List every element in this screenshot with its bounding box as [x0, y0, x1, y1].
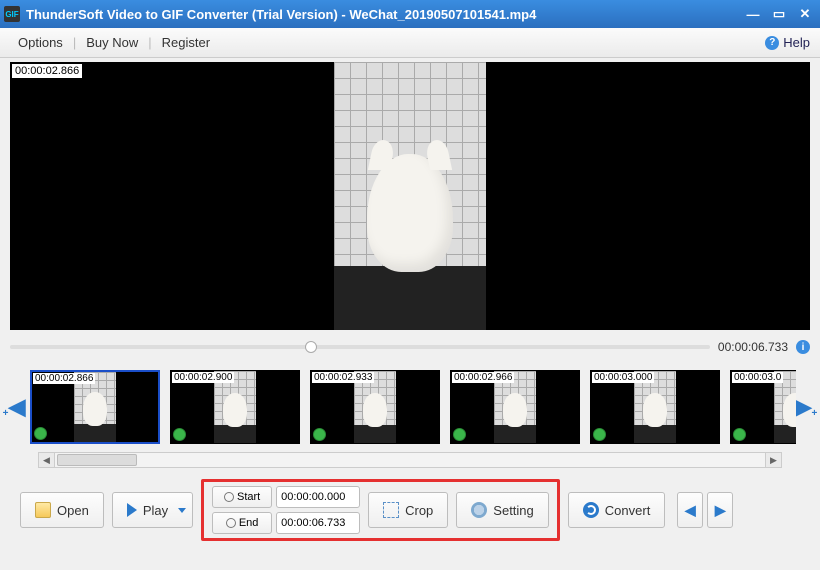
info-icon[interactable]: i — [796, 340, 810, 354]
thumbnail[interactable]: 00:00:02.933 — [310, 370, 440, 444]
folder-icon — [35, 502, 51, 518]
clock-icon — [226, 518, 236, 528]
gear-icon — [471, 502, 487, 518]
help-label: Help — [783, 35, 810, 50]
thumbnail-time: 00:00:03.000 — [592, 372, 654, 383]
scroll-left[interactable]: ◀ — [39, 453, 55, 467]
thumbnail[interactable]: 00:00:02.966 — [450, 370, 580, 444]
start-label: Start — [237, 491, 260, 503]
seek-track[interactable] — [10, 345, 710, 349]
highlighted-controls: Start 00:00:00.000 End 00:00:06.733 Crop… — [201, 479, 560, 541]
preview-timestamp: 00:00:02.866 — [12, 64, 82, 78]
close-button[interactable]: ✕ — [794, 5, 816, 23]
crop-icon — [383, 502, 399, 518]
window-controls: ― ▭ ✕ — [742, 5, 816, 23]
thumbnail-time: 00:00:02.866 — [33, 373, 95, 384]
scroll-right[interactable]: ▶ — [765, 453, 781, 467]
frame-prev-button[interactable]: ◀ — [677, 492, 703, 528]
clock-icon — [173, 428, 186, 441]
start-button[interactable]: Start — [212, 486, 272, 508]
window-title: ThunderSoft Video to GIF Converter (Tria… — [26, 7, 742, 22]
clock-icon — [593, 428, 606, 441]
crop-button[interactable]: Crop — [368, 492, 448, 528]
thumbs-next[interactable]: ▶+ — [796, 370, 816, 444]
minimize-button[interactable]: ― — [742, 5, 764, 23]
setting-button[interactable]: Setting — [456, 492, 548, 528]
clock-icon — [224, 492, 234, 502]
preview-frame — [334, 62, 486, 330]
thumbnail[interactable]: 00:00:03.0 — [730, 370, 796, 444]
thumbnail-scrollbar[interactable]: ◀ ▶ — [38, 452, 782, 468]
open-button[interactable]: Open — [20, 492, 104, 528]
thumbnail[interactable]: 00:00:02.900 — [170, 370, 300, 444]
frame-next-button[interactable]: ▶ — [707, 492, 733, 528]
titlebar: GIF ThunderSoft Video to GIF Converter (… — [0, 0, 820, 28]
crop-label: Crop — [405, 503, 433, 518]
convert-button[interactable]: Convert — [568, 492, 666, 528]
menu-help[interactable]: ? Help — [765, 35, 810, 50]
chevron-down-icon — [178, 508, 186, 513]
time-group: Start 00:00:00.000 End 00:00:06.733 — [212, 486, 360, 534]
video-preview[interactable]: 00:00:02.866 — [10, 62, 810, 330]
clock-icon — [733, 428, 746, 441]
convert-icon — [583, 502, 599, 518]
thumbnail-time: 00:00:02.933 — [312, 372, 374, 383]
toolbar: Open Play Start 00:00:00.000 End 00:00:0… — [10, 482, 810, 538]
play-icon — [127, 503, 137, 517]
seek-handle[interactable] — [305, 341, 317, 353]
scroll-track[interactable] — [55, 453, 765, 467]
thumbnails: 00:00:02.866 00:00:02.900 00:00:02.933 00:0… — [24, 370, 796, 444]
thumbnail-row: +◀ 00:00:02.86600:00:02.90000:00:02.9330… — [4, 366, 816, 448]
thumbnail[interactable]: 00:00:02.866 — [30, 370, 160, 444]
app-icon: GIF — [4, 6, 20, 22]
menu-options[interactable]: Options — [10, 35, 71, 50]
thumbs-prev[interactable]: +◀ — [4, 370, 24, 444]
maximize-button[interactable]: ▭ — [768, 5, 790, 23]
end-button[interactable]: End — [212, 512, 272, 534]
convert-label: Convert — [605, 503, 651, 518]
clock-icon — [313, 428, 326, 441]
thumbnail-time: 00:00:03.0 — [732, 372, 783, 383]
seekbar: 00:00:06.733 i — [10, 334, 810, 360]
scroll-thumb[interactable] — [57, 454, 137, 466]
thumbnail-time: 00:00:02.900 — [172, 372, 234, 383]
setting-label: Setting — [493, 503, 533, 518]
end-input[interactable]: 00:00:06.733 — [276, 512, 360, 534]
thumbnail-time: 00:00:02.966 — [452, 372, 514, 383]
clock-icon — [453, 428, 466, 441]
play-button[interactable]: Play — [112, 492, 193, 528]
thumbnail[interactable]: 00:00:03.000 — [590, 370, 720, 444]
menubar: Options | Buy Now | Register ? Help — [0, 28, 820, 58]
clock-icon — [34, 427, 47, 440]
duration-label: 00:00:06.733 — [718, 340, 788, 354]
menu-register[interactable]: Register — [154, 35, 218, 50]
end-label: End — [239, 517, 259, 529]
play-label: Play — [143, 503, 168, 518]
open-label: Open — [57, 503, 89, 518]
start-input[interactable]: 00:00:00.000 — [276, 486, 360, 508]
help-icon: ? — [765, 36, 779, 50]
menu-buy-now[interactable]: Buy Now — [78, 35, 146, 50]
